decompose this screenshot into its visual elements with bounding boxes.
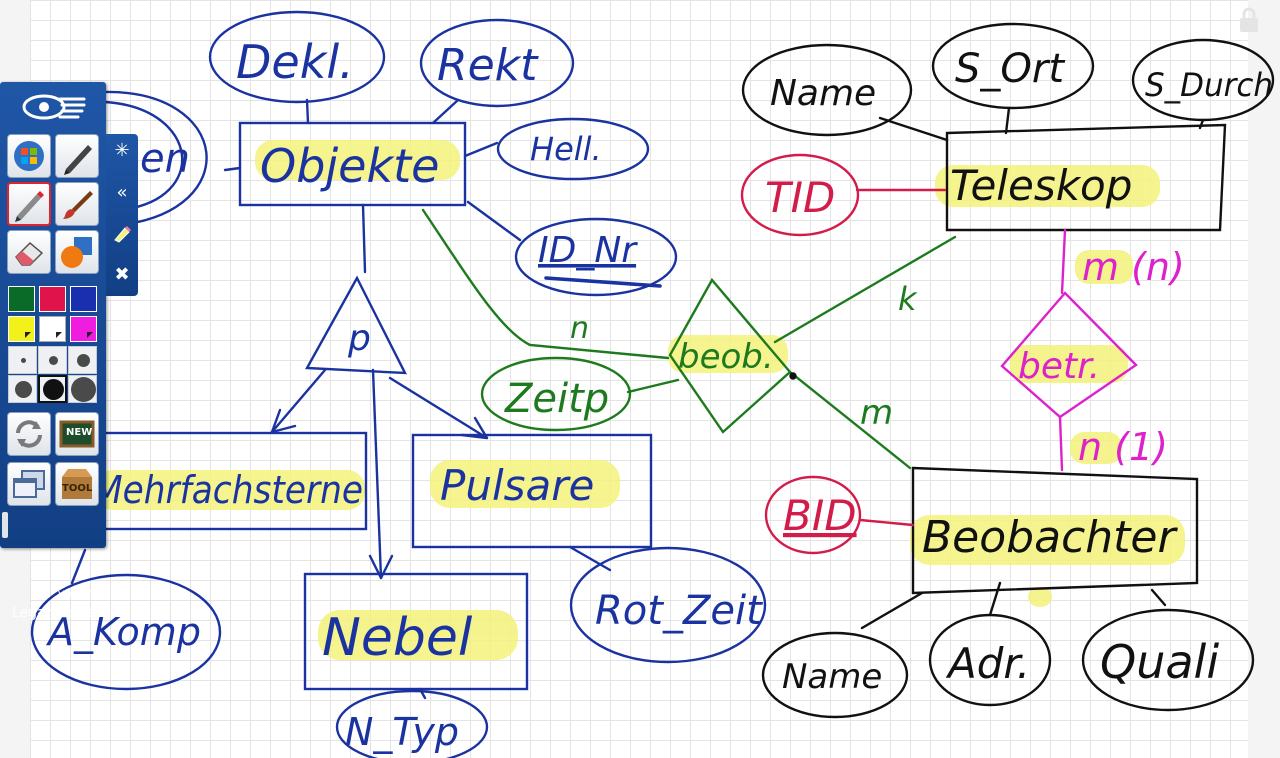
color-swatch-red[interactable] [39, 286, 66, 312]
attr-tid: TID [765, 173, 835, 222]
attr-hell: Hell. [530, 130, 602, 168]
er-diagram: en Dekl. Rekt Hell. ID_Nr Objekte p Mehr… [30, 10, 1275, 758]
stroke-size-3[interactable] [68, 346, 97, 374]
eraser-tool-button[interactable] [7, 230, 51, 274]
attr-zeitp: Zeitp [504, 376, 609, 422]
entity-pulsare: Pulsare [440, 461, 594, 510]
eye-hand-icon[interactable] [20, 90, 86, 124]
collapse-left-icon[interactable]: « [111, 182, 133, 204]
entity-objekte: Objekte [260, 139, 439, 193]
relationship-beob: beob. [678, 337, 774, 377]
attr-id-nr: ID_Nr [538, 230, 638, 271]
pencil-tool-button[interactable] [7, 182, 51, 226]
cardinality-m-n-top: m (n) [1082, 245, 1185, 289]
paintbrush-icon [63, 191, 93, 219]
new-page-button[interactable]: NEW [55, 412, 99, 456]
stroke-size-2[interactable] [38, 346, 67, 374]
stroke-size-5[interactable] [38, 375, 67, 403]
attr-rot-zeit: Rot_Zeit [595, 588, 763, 634]
brand-bold: master [45, 605, 102, 621]
pen-icon [64, 145, 92, 175]
attr-n-typ: N_Typ [345, 710, 459, 754]
attr-s-durch: S_Durch [1145, 66, 1273, 104]
pen-tool-button[interactable] [55, 134, 99, 178]
color-swatch-green[interactable] [8, 286, 35, 312]
highlighter-icon[interactable] [111, 222, 133, 244]
stroke-size-6[interactable] [68, 375, 97, 403]
pencil-icon [15, 191, 44, 222]
color-swatch-blue[interactable] [70, 286, 97, 312]
brush-tool-button[interactable] [55, 182, 99, 226]
relationship-betr: betr. [1018, 346, 1100, 387]
brand-logo: Legamaster [12, 605, 101, 621]
eraser-icon [15, 241, 44, 266]
entity-mehrfachsterne: Mehrfachsterne [93, 468, 363, 512]
windows-menu-button[interactable] [7, 134, 51, 178]
attr-adr: Adr. [945, 639, 1030, 688]
toolbox-button[interactable]: TOOL [55, 462, 99, 506]
cardinality-m-beobachter: m [860, 393, 893, 433]
toolbar-side-panel: ✳ « ✖ [106, 134, 138, 296]
relationship-p: p [347, 318, 371, 359]
close-icon[interactable]: ✖ [111, 264, 133, 286]
attr-name-teleskop: Name [770, 73, 876, 114]
new-badge: NEW [66, 427, 93, 438]
shapes-icon [61, 237, 92, 268]
stroke-size-4[interactable] [8, 375, 37, 403]
windows-logo-icon [14, 141, 44, 171]
attr-dekl: Dekl. [236, 35, 354, 89]
attr-name-beobachter: Name [782, 657, 882, 697]
version-label: Ver. 2.7.5 [58, 590, 101, 600]
legamaster-toolbar: NEW TOOL Ver. 2.7.5 Legamaster [0, 82, 106, 621]
attr-partial-left: en [140, 136, 190, 182]
attr-bid: BID [783, 491, 857, 540]
stroke-size-1[interactable] [8, 346, 37, 374]
shapes-tool-button[interactable] [55, 230, 99, 274]
attr-quali: Quali [1100, 635, 1219, 689]
entity-nebel: Nebel [322, 608, 473, 668]
attr-s-ort: S_Ort [955, 46, 1065, 92]
windows-view-button[interactable] [7, 462, 51, 506]
asterisk-icon[interactable]: ✳ [111, 140, 133, 162]
tool-badge: TOOL [62, 483, 93, 494]
windows-stack-icon [13, 470, 45, 498]
color-swatch-yellow[interactable] [8, 316, 35, 342]
toolbar-drag-handle[interactable] [2, 512, 8, 538]
undo-arrows-icon [16, 420, 42, 448]
cardinality-k-teleskop: k [898, 280, 918, 318]
undo-redo-button[interactable] [7, 412, 51, 456]
cardinality-n-1-bottom: n (1) [1078, 425, 1168, 469]
cardinality-n-objekte: n [570, 311, 589, 346]
color-swatch-magenta[interactable] [70, 316, 97, 342]
entity-beobachter: Beobachter [922, 512, 1178, 563]
brand-light: Lega [12, 605, 46, 621]
color-swatch-white[interactable] [39, 316, 66, 342]
attr-rekt: Rekt [437, 40, 539, 91]
entity-teleskop: Teleskop [950, 161, 1132, 210]
